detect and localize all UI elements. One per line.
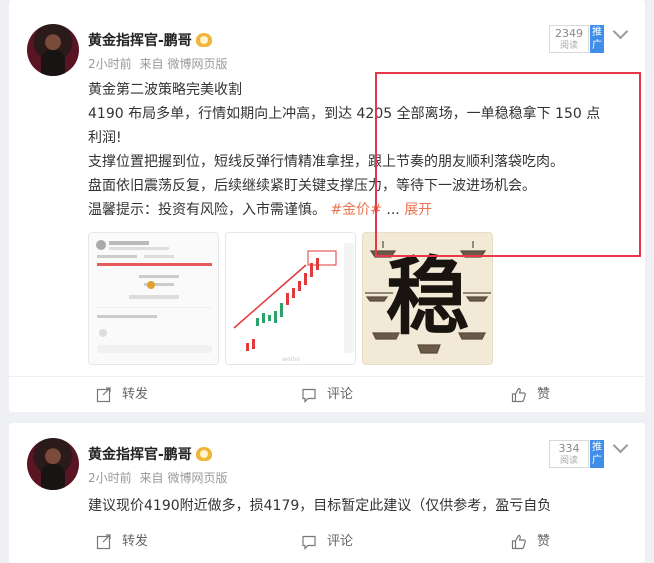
post-time[interactable]: 2小时前: [88, 471, 132, 485]
repost-icon: [96, 386, 111, 402]
post-meta: 2小时前 来自 微博网页版: [88, 469, 232, 486]
post-time[interactable]: 2小时前: [88, 57, 132, 71]
comment-icon: [302, 535, 316, 550]
svg-text:weibo: weibo: [282, 356, 300, 363]
like-icon: [511, 387, 526, 402]
post-source: 微博网页版: [167, 471, 228, 485]
avatar[interactable]: [27, 24, 79, 76]
post-body: 建议现价4190附近做多，损4179，目标暂定此建议（仅供参考，盈亏自负: [88, 494, 637, 518]
author-name[interactable]: 黄金指挥官-鹏哥: [88, 30, 212, 50]
post-card: 黄金指挥官-鹏哥 2小时前 来自 微博网页版 334 阅读 推广 建议现价4190…: [9, 423, 645, 563]
repost-icon: [96, 533, 111, 549]
like-label: 赞: [537, 534, 551, 549]
comment-button[interactable]: 评论: [301, 524, 353, 560]
chevron-down-icon[interactable]: [612, 437, 629, 454]
post-source: 微博网页版: [167, 57, 228, 71]
stable-character: 稳: [385, 247, 470, 346]
repost-button[interactable]: 转发: [96, 377, 148, 412]
read-label: 阅读: [559, 41, 578, 51]
source-prefix: 来自: [139, 57, 164, 71]
author-link[interactable]: 黄金指挥官-鹏哥: [88, 33, 192, 49]
like-icon: [511, 534, 526, 549]
highlight-annotation-box: [375, 72, 641, 257]
comment-label: 评论: [327, 387, 354, 402]
promo-badge[interactable]: 推广: [590, 25, 604, 53]
verified-badge-icon: [195, 447, 212, 461]
post-actions: 转发 评论 赞: [9, 524, 645, 560]
candlestick-thumbnail-art: weibo: [226, 233, 355, 364]
post-card: 黄金指挥官-鹏哥 2小时前 来自 微博网页版 2349 阅读 推广 黄金第二波策略…: [9, 0, 645, 412]
read-count-badge: 334 阅读: [549, 440, 589, 468]
screenshot-thumbnail-art: [89, 233, 218, 364]
chevron-down-icon[interactable]: [612, 23, 629, 40]
like-label: 赞: [537, 387, 551, 402]
read-label: 阅读: [559, 456, 578, 466]
comment-label: 评论: [327, 534, 354, 549]
verified-badge-icon: [195, 33, 212, 47]
post-actions: 转发 评论 赞: [9, 376, 645, 412]
promo-label: 推广: [592, 27, 602, 51]
repost-label: 转发: [122, 534, 149, 549]
read-count-badge: 2349 阅读: [549, 25, 589, 53]
repost-button[interactable]: 转发: [96, 524, 148, 560]
tip-text: 温馨提示：投资有风险，入市需谨慎。: [88, 202, 326, 218]
promo-label: 推广: [592, 442, 602, 466]
read-count: 334: [558, 442, 580, 455]
author-name[interactable]: 黄金指挥官-鹏哥: [88, 444, 212, 464]
post-meta: 2小时前 来自 微博网页版: [88, 55, 232, 72]
avatar[interactable]: [27, 438, 79, 490]
like-button[interactable]: 赞: [511, 524, 550, 560]
image-thumbnail-1[interactable]: [88, 232, 219, 365]
comment-icon: [302, 388, 316, 403]
like-button[interactable]: 赞: [511, 377, 550, 412]
read-count: 2349: [555, 27, 583, 40]
post-line: 建议现价4190附近做多，损4179，目标暂定此建议（仅供参考，盈亏自负: [88, 498, 552, 514]
repost-label: 转发: [122, 387, 149, 402]
source-prefix: 来自: [139, 471, 164, 485]
image-thumbnail-2[interactable]: weibo: [225, 232, 356, 365]
comment-button[interactable]: 评论: [301, 377, 353, 412]
author-link[interactable]: 黄金指挥官-鹏哥: [88, 447, 192, 463]
promo-badge[interactable]: 推广: [590, 440, 604, 468]
